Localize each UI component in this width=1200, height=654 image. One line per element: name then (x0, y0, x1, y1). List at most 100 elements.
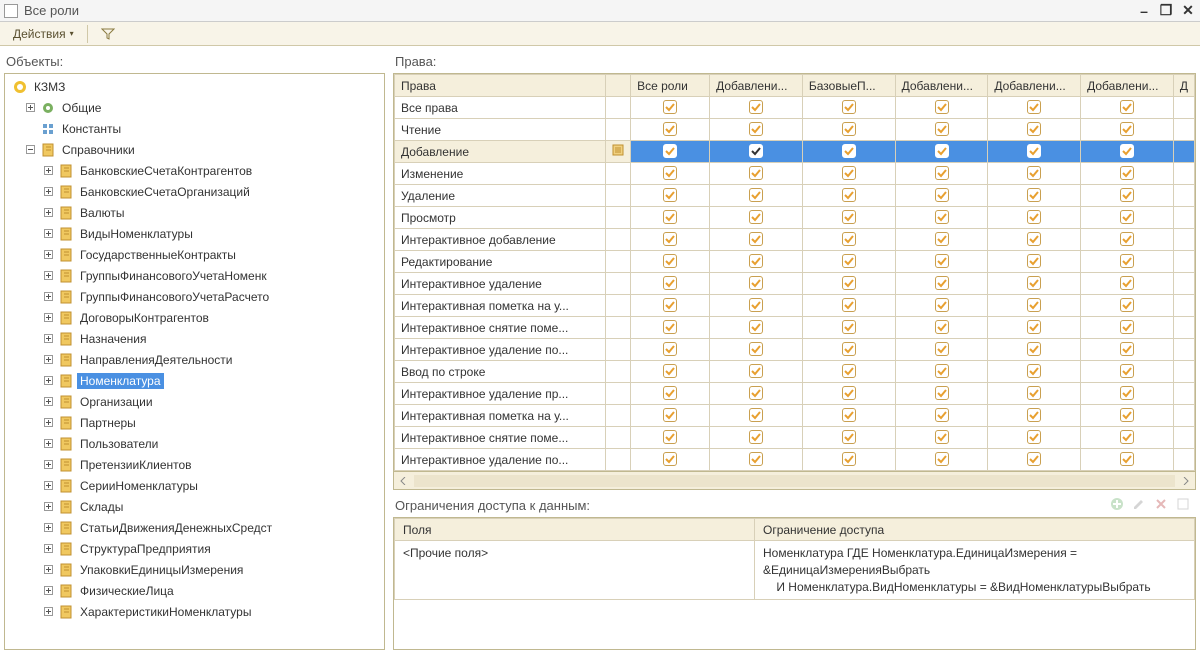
rights-check-cell[interactable] (802, 163, 895, 185)
rights-row[interactable]: Интерактивное удаление по... (395, 449, 1195, 471)
rights-check-cell[interactable] (895, 163, 988, 185)
tree-toggle-icon[interactable] (23, 143, 37, 157)
tree-toggle-icon[interactable] (41, 416, 55, 430)
rights-check-cell[interactable] (1081, 295, 1174, 317)
rights-check-cell[interactable] (631, 405, 710, 427)
tree-toggle-icon[interactable] (41, 584, 55, 598)
tree-toggle-icon[interactable] (41, 374, 55, 388)
rights-check-cell[interactable] (895, 383, 988, 405)
rights-check-cell[interactable] (802, 361, 895, 383)
maximize-button[interactable]: ❐ (1158, 3, 1174, 19)
tree-toggle-icon[interactable] (41, 542, 55, 556)
rights-check-cell[interactable] (988, 207, 1081, 229)
rights-check-cell[interactable] (895, 207, 988, 229)
tree-toggle-icon[interactable] (41, 248, 55, 262)
rights-check-cell[interactable] (710, 273, 803, 295)
rights-check-cell[interactable] (710, 207, 803, 229)
rights-row[interactable]: Редактирование (395, 251, 1195, 273)
tree-item[interactable]: ГосударственныеКонтракты (5, 244, 384, 265)
rights-check-cell[interactable] (988, 119, 1081, 141)
rights-check-cell[interactable] (895, 185, 988, 207)
tree-item[interactable]: БанковскиеСчетаОрганизаций (5, 181, 384, 202)
rights-check-cell[interactable] (895, 449, 988, 471)
rights-check-cell[interactable] (710, 339, 803, 361)
rights-col-header[interactable] (605, 75, 630, 97)
rights-check-cell[interactable] (631, 427, 710, 449)
tree-item[interactable]: Организации (5, 391, 384, 412)
rights-row[interactable]: Интерактивное удаление (395, 273, 1195, 295)
rights-check-cell[interactable] (895, 141, 988, 163)
tree-item[interactable]: Партнеры (5, 412, 384, 433)
rights-row[interactable]: Интерактивная пометка на у... (395, 295, 1195, 317)
rights-check-cell[interactable] (988, 163, 1081, 185)
rights-check-cell[interactable] (1081, 273, 1174, 295)
tree-item[interactable]: Номенклатура (5, 370, 384, 391)
tree-toggle-icon[interactable] (41, 290, 55, 304)
rights-check-cell[interactable] (895, 339, 988, 361)
tree-toggle-icon[interactable] (41, 332, 55, 346)
tree-item[interactable]: Склады (5, 496, 384, 517)
rights-check-cell[interactable] (710, 119, 803, 141)
restrictions-col-restriction[interactable]: Ограничение доступа (755, 519, 1195, 541)
rights-check-cell[interactable] (895, 405, 988, 427)
tree-item[interactable]: СерииНоменклатуры (5, 475, 384, 496)
rights-check-cell[interactable] (802, 273, 895, 295)
rights-check-cell[interactable] (988, 383, 1081, 405)
tree-item[interactable]: СтруктураПредприятия (5, 538, 384, 559)
tree-toggle-icon[interactable] (41, 311, 55, 325)
rights-check-cell[interactable] (802, 427, 895, 449)
rights-check-cell[interactable] (710, 295, 803, 317)
rights-row[interactable]: Интерактивное удаление по... (395, 339, 1195, 361)
rights-col-header[interactable]: Права (395, 75, 606, 97)
tree-item[interactable]: СтатьиДвиженияДенежныхСредст (5, 517, 384, 538)
tree-item[interactable]: ГруппыФинансовогоУчетаНоменк (5, 265, 384, 286)
tree-toggle-icon[interactable] (41, 563, 55, 577)
rights-check-cell[interactable] (988, 97, 1081, 119)
rights-check-cell[interactable] (631, 273, 710, 295)
rights-check-cell[interactable] (710, 449, 803, 471)
tree-toggle-icon[interactable] (41, 521, 55, 535)
rights-col-header[interactable]: Добавлени... (895, 75, 988, 97)
tree-toggle-icon[interactable] (41, 185, 55, 199)
rights-check-cell[interactable] (1081, 141, 1174, 163)
rights-check-cell[interactable] (631, 229, 710, 251)
rights-check-cell[interactable] (895, 361, 988, 383)
rights-check-cell[interactable] (988, 427, 1081, 449)
rights-check-cell[interactable] (710, 427, 803, 449)
tree-toggle-icon[interactable] (41, 269, 55, 283)
add-restriction-button[interactable] (1108, 495, 1126, 513)
rights-check-cell[interactable] (802, 229, 895, 251)
rights-check-cell[interactable] (895, 229, 988, 251)
rights-row[interactable]: Интерактивное снятие поме... (395, 427, 1195, 449)
rights-check-cell[interactable] (1081, 383, 1174, 405)
rights-check-cell[interactable] (988, 229, 1081, 251)
rights-check-cell[interactable] (802, 295, 895, 317)
rights-check-cell[interactable] (895, 119, 988, 141)
rights-check-cell[interactable] (802, 97, 895, 119)
restrictions-table[interactable]: Поля Ограничение доступа <Прочие поля> Н… (394, 518, 1195, 600)
tree-toggle-icon[interactable] (41, 227, 55, 241)
rights-check-cell[interactable] (988, 449, 1081, 471)
rights-row[interactable]: Интерактивное удаление пр... (395, 383, 1195, 405)
minimize-button[interactable]: – (1136, 3, 1152, 19)
tree-item[interactable]: ГруппыФинансовогоУчетаРасчето (5, 286, 384, 307)
tree-item[interactable]: Общие (5, 97, 384, 118)
rights-check-cell[interactable] (1081, 185, 1174, 207)
rights-check-cell[interactable] (1081, 251, 1174, 273)
rights-check-cell[interactable] (631, 251, 710, 273)
rights-check-cell[interactable] (1081, 163, 1174, 185)
tree-toggle-icon[interactable] (41, 437, 55, 451)
rights-check-cell[interactable] (631, 449, 710, 471)
scroll-left-button[interactable] (394, 473, 412, 489)
rights-check-cell[interactable] (1081, 405, 1174, 427)
rights-check-cell[interactable] (631, 295, 710, 317)
tree-toggle-icon[interactable] (41, 605, 55, 619)
objects-tree[interactable]: КЗМЗ Общие Константы Справочники Банковс… (4, 73, 385, 650)
rights-check-cell[interactable] (1081, 119, 1174, 141)
rights-check-cell[interactable] (631, 185, 710, 207)
rights-check-cell[interactable] (988, 317, 1081, 339)
rights-check-cell[interactable] (802, 141, 895, 163)
rights-check-cell[interactable] (988, 141, 1081, 163)
tree-item[interactable]: НаправленияДеятельности (5, 349, 384, 370)
rights-check-cell[interactable] (710, 185, 803, 207)
